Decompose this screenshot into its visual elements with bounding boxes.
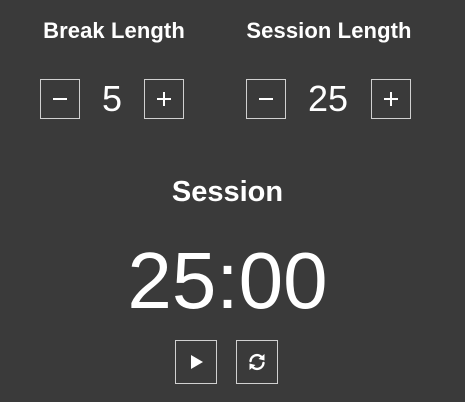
timer-controls bbox=[0, 340, 455, 384]
minus-icon bbox=[259, 98, 273, 100]
break-decrement-button[interactable] bbox=[40, 79, 80, 119]
pomodoro-clock: Break Length 5 Session Length 25 Session… bbox=[0, 0, 465, 402]
session-decrement-button[interactable] bbox=[246, 79, 286, 119]
session-increment-button[interactable] bbox=[371, 79, 411, 119]
refresh-icon bbox=[249, 353, 265, 371]
break-length-value: 5 bbox=[101, 78, 123, 119]
time-left-display: 25:00 bbox=[127, 236, 328, 325]
session-length-value: 25 bbox=[307, 78, 349, 119]
play-icon bbox=[191, 355, 203, 369]
plus-icon bbox=[157, 92, 171, 106]
minus-icon bbox=[53, 98, 67, 100]
break-length-control: Break Length 5 bbox=[19, 0, 209, 119]
session-length-stepper: 25 bbox=[234, 79, 424, 121]
plus-icon bbox=[384, 92, 398, 106]
session-length-control: Session Length 25 bbox=[234, 0, 424, 119]
break-length-stepper: 5 bbox=[19, 79, 209, 121]
reset-button[interactable] bbox=[236, 340, 278, 384]
break-length-label: Break Length bbox=[43, 18, 185, 43]
start-stop-button[interactable] bbox=[175, 340, 217, 384]
session-length-label: Session Length bbox=[246, 18, 412, 43]
timer-label: Session bbox=[171, 176, 284, 208]
break-increment-button[interactable] bbox=[144, 79, 184, 119]
